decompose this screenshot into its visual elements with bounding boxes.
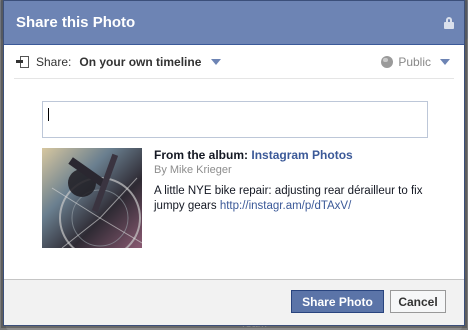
caption-link[interactable]: http://instagr.am/p/dTAxV/ (220, 200, 351, 212)
share-target-selector[interactable]: Share: On your own timeline (14, 54, 222, 69)
dropdown-caret-icon[interactable] (211, 58, 222, 65)
privacy-dropdown-caret-icon[interactable] (440, 58, 450, 65)
share-dialog: Share this Photo Share: On your own time… (3, 0, 465, 326)
dialog-footer: Share Photo Cancel (4, 279, 464, 325)
dialog-titlebar: Share this Photo (4, 1, 464, 45)
share-label: Share: (36, 54, 72, 69)
author-line: By Mike Krieger (154, 164, 232, 176)
share-target-bar: Share: On your own timeline Public (14, 45, 454, 79)
photo-thumbnail[interactable] (42, 148, 142, 248)
album-prefix: From the album: (154, 148, 249, 162)
cancel-button[interactable]: Cancel (390, 290, 446, 313)
privacy-selector[interactable]: Public (381, 55, 454, 69)
privacy-label[interactable]: Public (398, 55, 431, 69)
share-photo-button[interactable]: Share Photo (291, 290, 384, 313)
share-target-value[interactable]: On your own timeline (79, 55, 201, 69)
album-link[interactable]: Instagram Photos (251, 148, 352, 162)
album-line: From the album: Instagram Photos (154, 148, 432, 162)
dialog-title: Share this Photo (16, 14, 136, 31)
photo-caption: A little NYE bike repair: adjusting rear… (154, 184, 432, 214)
text-cursor (48, 108, 49, 121)
lock-icon (444, 16, 454, 29)
attachment-details: From the album: Instagram Photos By Mike… (154, 148, 432, 214)
photo-attachment: From the album: Instagram Photos By Mike… (42, 148, 432, 248)
globe-icon (381, 55, 394, 68)
share-icon (16, 55, 30, 69)
compose-input[interactable] (42, 101, 428, 138)
